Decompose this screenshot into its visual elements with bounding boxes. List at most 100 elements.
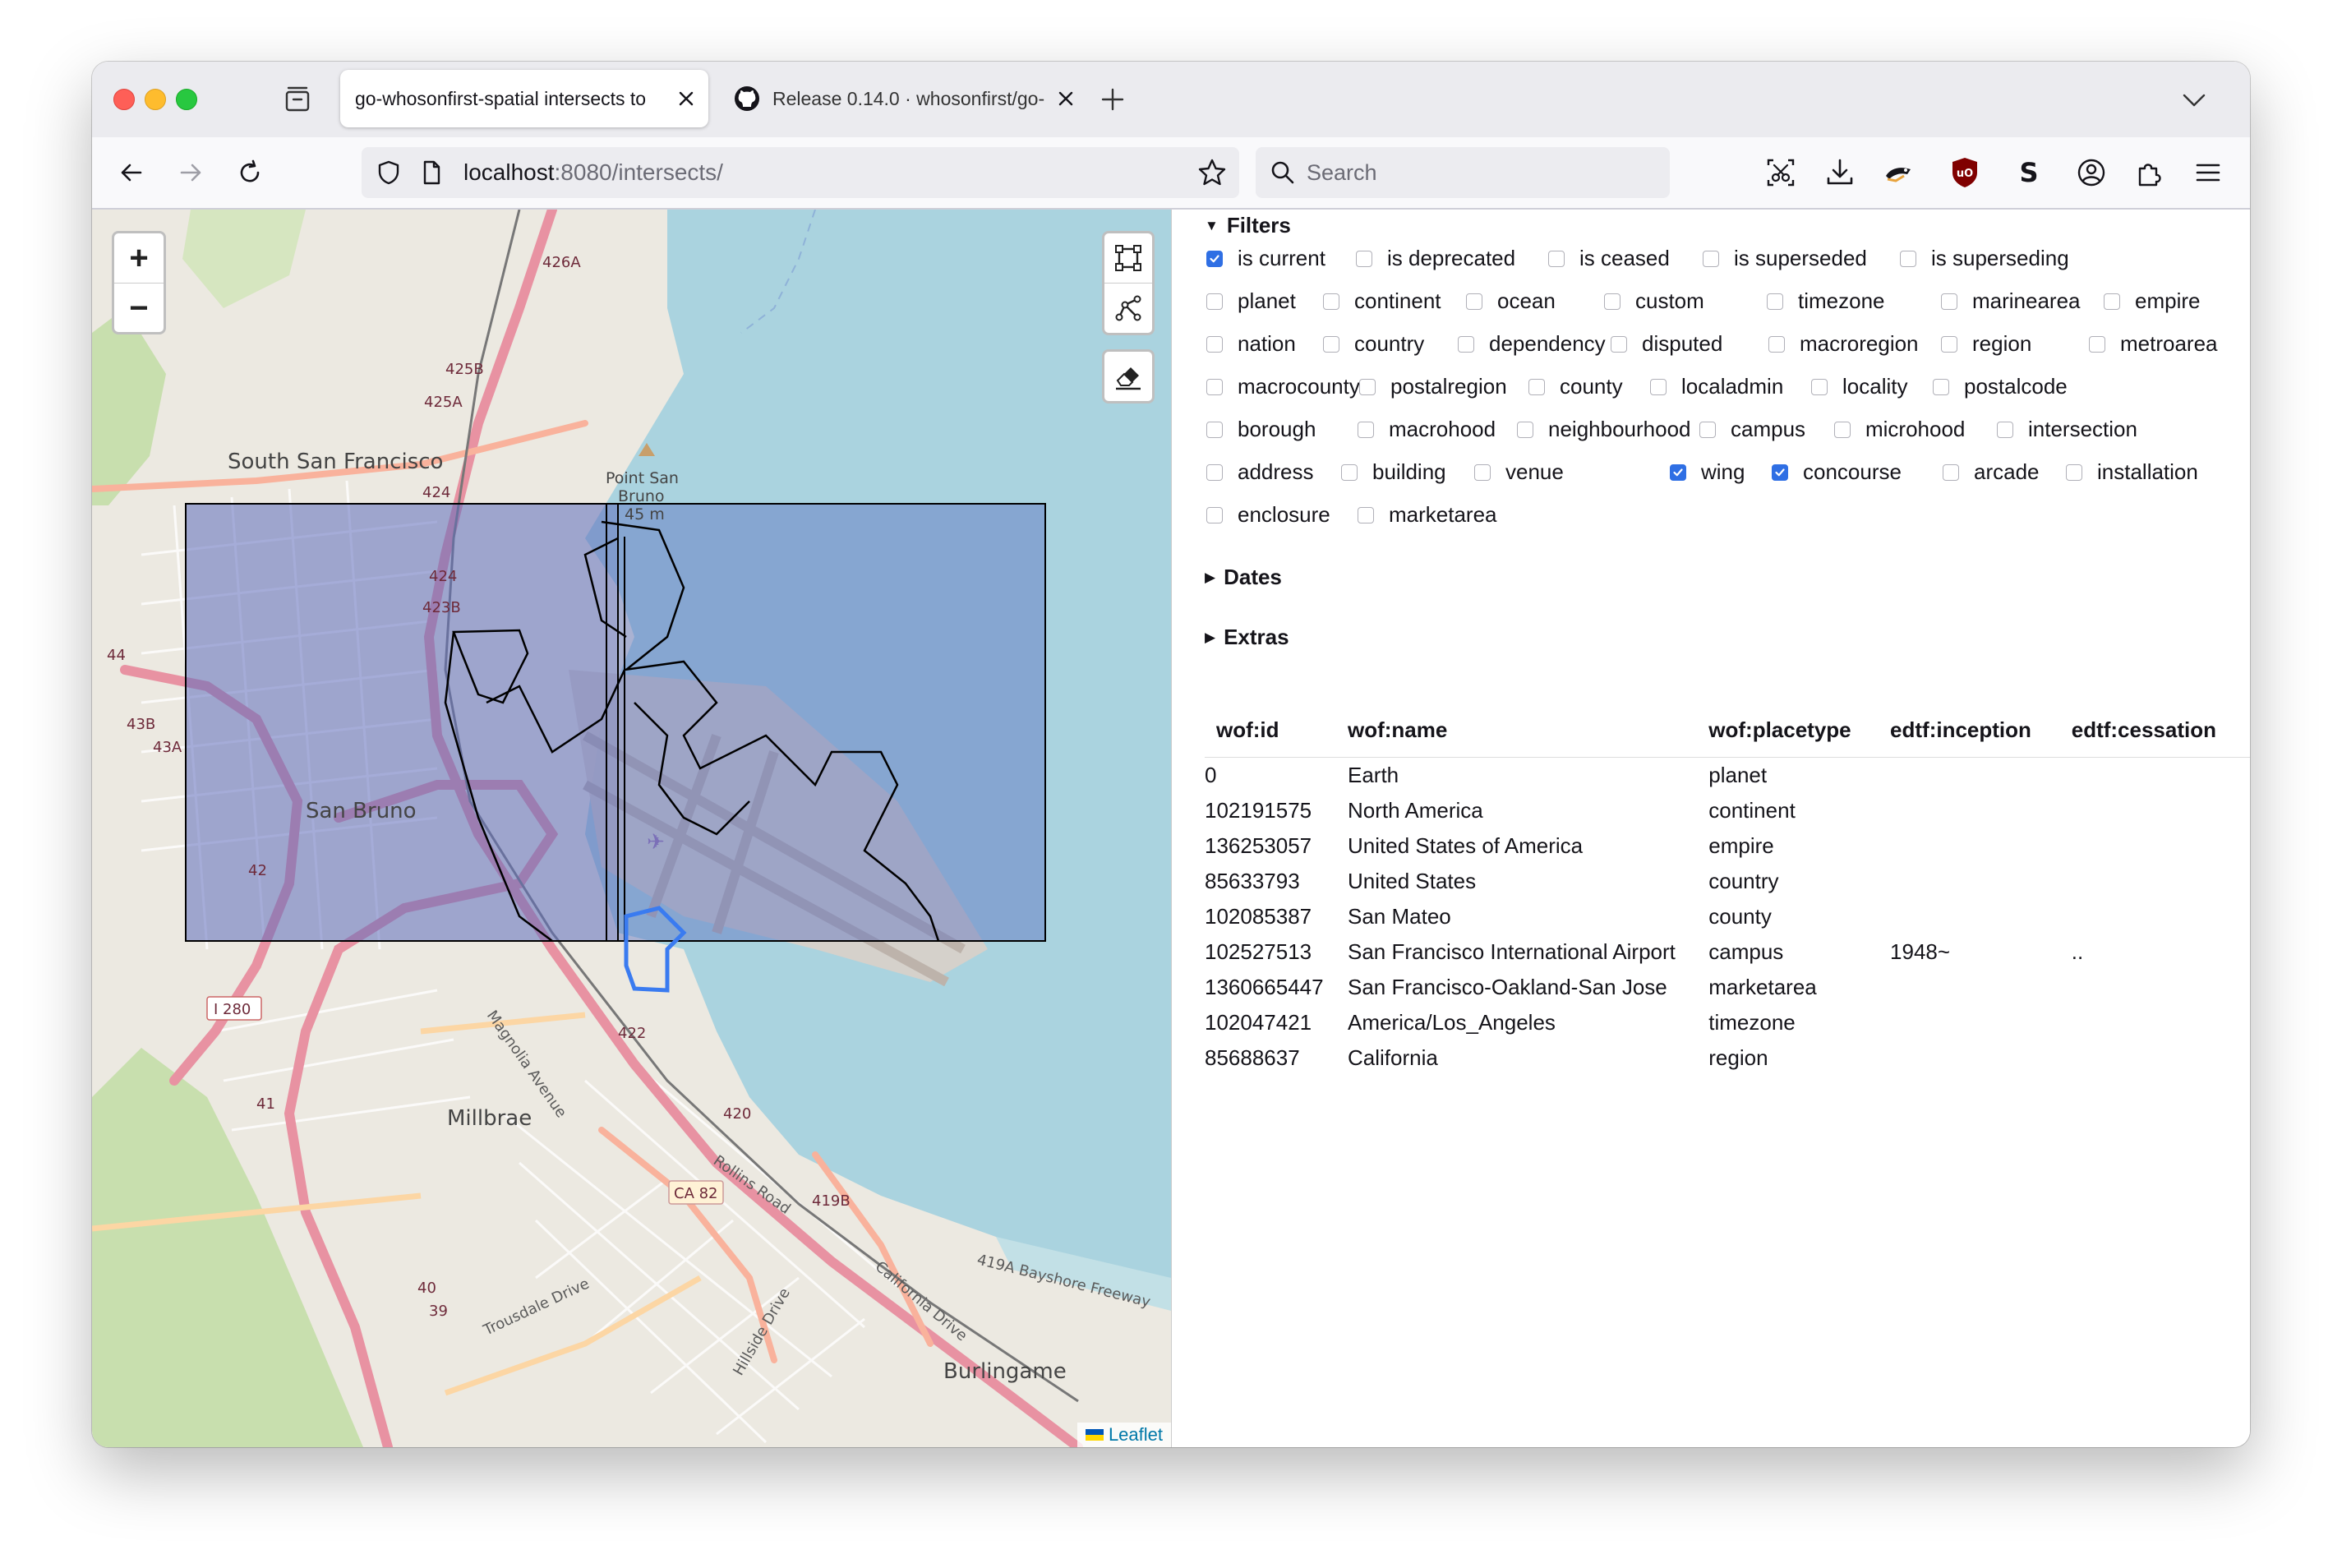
checkbox[interactable] (1206, 506, 1223, 523)
checkbox[interactable] (1359, 378, 1376, 395)
checkbox[interactable] (1767, 293, 1783, 310)
filter-region[interactable]: region (1941, 331, 2031, 357)
filter-dependency[interactable]: dependency (1458, 331, 1606, 357)
filter-arcade[interactable]: arcade (1943, 459, 2040, 485)
menu-button[interactable] (2189, 154, 2227, 191)
checkbox[interactable] (1611, 335, 1627, 353)
filter-locality[interactable]: locality (1811, 374, 1907, 399)
filter-wing[interactable]: wing (1670, 459, 1745, 485)
chevron-down-icon[interactable] (2178, 83, 2211, 116)
filter-is-superseding[interactable]: is superseding (1900, 246, 2069, 271)
back-button[interactable] (113, 154, 150, 191)
checkbox[interactable] (1900, 250, 1916, 267)
draw-rectangle-button[interactable] (1104, 233, 1152, 284)
filter-microhood[interactable]: microhood (1834, 417, 1965, 442)
filter-marketarea[interactable]: marketarea (1358, 502, 1497, 528)
bookmark-star-icon[interactable] (1196, 157, 1228, 188)
checkbox[interactable] (1466, 293, 1482, 310)
filter-is-deprecated[interactable]: is deprecated (1356, 246, 1515, 271)
filter-postalcode[interactable]: postalcode (1933, 374, 2068, 399)
filter-campus[interactable]: campus (1699, 417, 1805, 442)
filter-building[interactable]: building (1341, 459, 1446, 485)
checkbox-checked[interactable] (1772, 463, 1788, 481)
checkbox[interactable] (1206, 335, 1223, 353)
tab-release[interactable]: Release 0.14.0 · whosonfirst/go- (718, 70, 1088, 127)
filter-localadmin[interactable]: localadmin (1650, 374, 1783, 399)
address-bar[interactable]: localhost:8080/intersects/ (362, 147, 1239, 198)
checkbox[interactable] (1834, 421, 1851, 438)
checkbox[interactable] (1206, 463, 1223, 481)
url-text[interactable]: localhost:8080/intersects/ (463, 159, 723, 187)
filter-macrocounty[interactable]: macrocounty (1206, 374, 1360, 399)
extensions-button[interactable] (2130, 154, 2168, 191)
extension-button[interactable] (1880, 154, 1918, 191)
filter-is-ceased[interactable]: is ceased (1548, 246, 1670, 271)
filter-intersection[interactable]: intersection (1997, 417, 2137, 442)
s-extension-button[interactable]: S (2010, 154, 2048, 191)
filter-empire[interactable]: empire (2104, 288, 2200, 314)
filter-metroarea[interactable]: metroarea (2089, 331, 2218, 357)
filter-postalregion[interactable]: postalregion (1359, 374, 1507, 399)
map[interactable]: ✈ South San Francisco San Bruno Millbrae… (92, 210, 1172, 1447)
dates-summary[interactable]: ▶ Dates (1205, 565, 1282, 590)
zoom-out-button[interactable]: − (114, 284, 164, 332)
shield-icon[interactable] (375, 159, 403, 187)
filters-summary[interactable]: ▼ Filters (1205, 213, 1291, 238)
checkbox[interactable] (1604, 293, 1620, 310)
page-icon[interactable] (417, 159, 445, 187)
checkbox[interactable] (1703, 250, 1719, 267)
checkbox[interactable] (1206, 293, 1223, 310)
reload-button[interactable] (232, 154, 268, 191)
filter-marinearea[interactable]: marinearea (1941, 288, 2081, 314)
checkbox[interactable] (1206, 421, 1223, 438)
close-window-button[interactable] (113, 89, 135, 110)
filter-macroregion[interactable]: macroregion (1768, 331, 1919, 357)
minimize-window-button[interactable] (145, 89, 166, 110)
checkbox[interactable] (2089, 335, 2105, 353)
tab-intersects[interactable]: go-whosonfirst-spatial intersects to (340, 70, 708, 127)
checkbox[interactable] (1528, 378, 1545, 395)
filter-timezone[interactable]: timezone (1767, 288, 1885, 314)
checkbox[interactable] (1358, 506, 1374, 523)
extras-summary[interactable]: ▶ Extras (1205, 625, 1289, 650)
filter-macrohood[interactable]: macrohood (1358, 417, 1496, 442)
close-tab-icon[interactable] (674, 86, 698, 111)
checkbox[interactable] (1323, 335, 1339, 353)
checkbox[interactable] (1517, 421, 1533, 438)
filter-installation[interactable]: installation (2066, 459, 2198, 485)
filter-county[interactable]: county (1528, 374, 1623, 399)
search-bar[interactable]: Search (1256, 147, 1670, 198)
filter-continent[interactable]: continent (1323, 288, 1441, 314)
filter-concourse[interactable]: concourse (1772, 459, 1902, 485)
map-tiles[interactable]: ✈ South San Francisco San Bruno Millbrae… (92, 210, 1171, 1447)
filter-neighbourhood[interactable]: neighbourhood (1517, 417, 1691, 442)
checkbox[interactable] (1997, 421, 2013, 438)
filter-venue[interactable]: venue (1474, 459, 1564, 485)
filter-nation[interactable]: nation (1206, 331, 1296, 357)
checkbox[interactable] (1941, 293, 1957, 310)
filter-disputed[interactable]: disputed (1611, 331, 1722, 357)
filter-is-superseded[interactable]: is superseded (1703, 246, 1867, 271)
checkbox[interactable] (1458, 335, 1474, 353)
downloads-button[interactable] (1821, 154, 1859, 191)
filter-enclosure[interactable]: enclosure (1206, 502, 1330, 528)
account-button[interactable] (2072, 154, 2110, 191)
new-tab-icon[interactable] (1096, 83, 1129, 116)
checkbox[interactable] (1341, 463, 1358, 481)
filter-country[interactable]: country (1323, 331, 1424, 357)
checkbox[interactable] (2066, 463, 2082, 481)
draw-polyline-button[interactable] (1104, 284, 1152, 333)
checkbox[interactable] (1358, 421, 1374, 438)
filter-custom[interactable]: custom (1604, 288, 1704, 314)
checkbox[interactable] (1474, 463, 1491, 481)
checkbox[interactable] (1356, 250, 1372, 267)
zoom-window-button[interactable] (176, 89, 197, 110)
checkbox[interactable] (1323, 293, 1339, 310)
checkbox[interactable] (1941, 335, 1957, 353)
checkbox[interactable] (2104, 293, 2120, 310)
filter-ocean[interactable]: ocean (1466, 288, 1556, 314)
filter-planet[interactable]: planet (1206, 288, 1296, 314)
screenshot-button[interactable] (1762, 154, 1800, 191)
close-tab-icon[interactable] (1053, 86, 1078, 111)
checkbox[interactable] (1699, 421, 1716, 438)
